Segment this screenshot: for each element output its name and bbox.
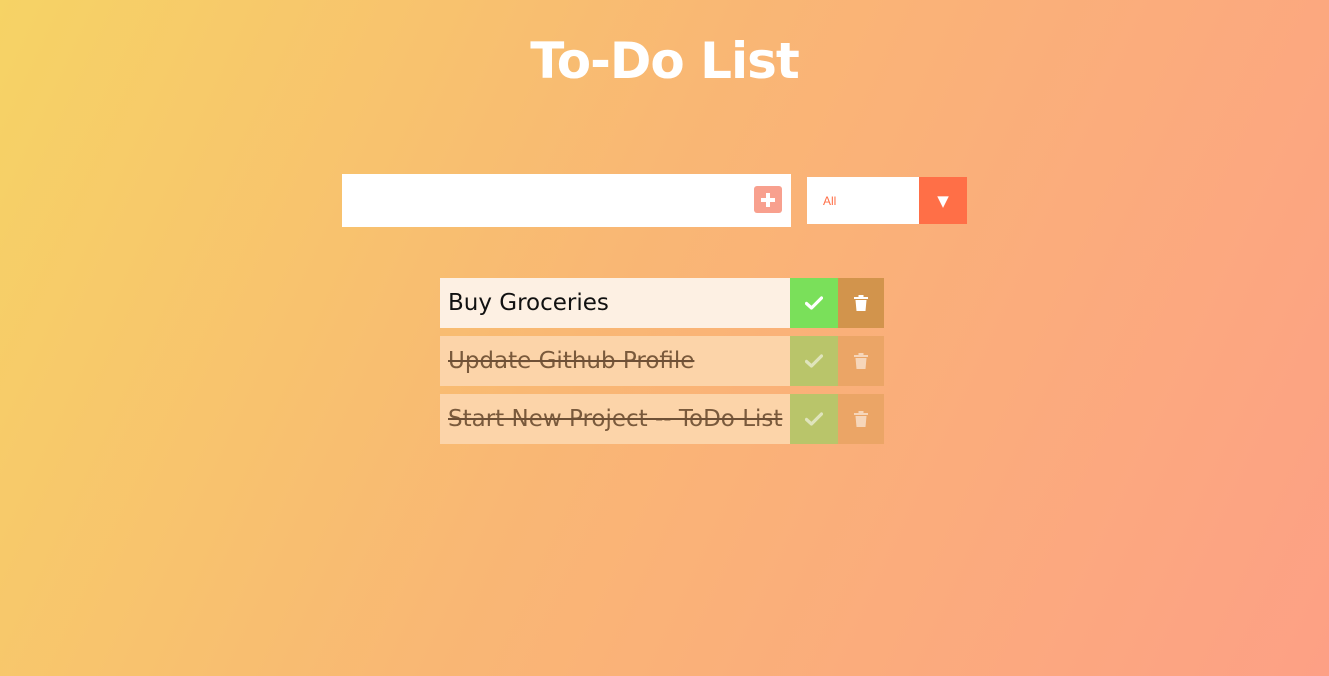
delete-button[interactable] <box>838 336 884 386</box>
complete-button[interactable] <box>790 394 838 444</box>
plus-icon <box>761 192 775 207</box>
todo-text: Update Github Profile <box>440 336 790 386</box>
trash-icon <box>854 295 868 311</box>
complete-button[interactable] <box>790 336 838 386</box>
add-todo-button[interactable] <box>754 186 782 213</box>
delete-button[interactable] <box>838 394 884 444</box>
todo-input-container <box>342 174 791 227</box>
chevron-down-icon: ▼ <box>919 177 967 224</box>
page-title: To-Do List <box>530 32 800 90</box>
trash-icon <box>854 411 868 427</box>
filter-selected-value: All <box>823 193 837 208</box>
todo-item: Update Github Profile <box>440 336 884 386</box>
check-icon <box>805 412 823 426</box>
todo-list: Buy Groceries Update Github Profile Star… <box>440 278 884 452</box>
todo-item: Buy Groceries <box>440 278 884 328</box>
todo-text: Buy Groceries <box>440 278 790 328</box>
check-icon <box>805 354 823 368</box>
filter-select[interactable]: All ▼ <box>807 177 967 224</box>
complete-button[interactable] <box>790 278 838 328</box>
delete-button[interactable] <box>838 278 884 328</box>
todo-item: Start New Project -- ToDo List <box>440 394 884 444</box>
todo-text: Start New Project -- ToDo List <box>440 394 790 444</box>
todo-input[interactable] <box>342 174 742 227</box>
trash-icon <box>854 353 868 369</box>
check-icon <box>805 296 823 310</box>
